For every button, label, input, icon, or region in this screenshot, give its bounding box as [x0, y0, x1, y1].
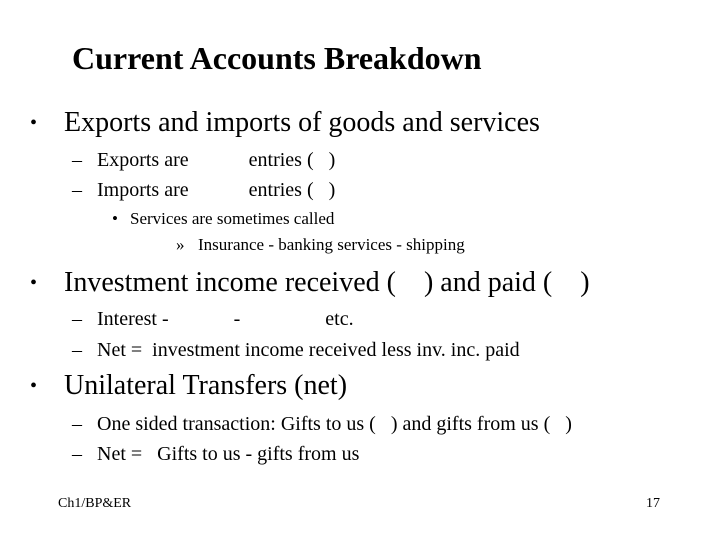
slide-title: Current Accounts Breakdown [72, 40, 482, 76]
list-item-interest: Interest - - etc. [97, 308, 354, 330]
list-item-exports: Exports are entries ( ) [97, 149, 336, 171]
dash-icon: – [72, 339, 82, 361]
list-item-services-examples: Insurance - banking services - shipping [198, 235, 465, 254]
bullet-icon: • [30, 272, 38, 294]
section-heading-investment: Investment income received ( ) and paid … [64, 267, 590, 298]
section-heading-trade: Exports and imports of goods and service… [64, 107, 540, 138]
dash-icon: – [72, 308, 82, 330]
section-heading-transfers: Unilateral Transfers (net) [64, 370, 348, 401]
dash-icon: – [72, 413, 82, 435]
list-item-one-sided: One sided transaction: Gifts to us ( ) a… [97, 413, 572, 435]
dash-icon: – [72, 443, 82, 465]
bullet-icon: • [112, 209, 118, 228]
bullet-icon: • [30, 375, 38, 397]
list-item-services: Services are sometimes called [130, 209, 335, 228]
list-item-net-transfers: Net = Gifts to us - gifts from us [97, 443, 360, 465]
page-number: 17 [646, 496, 660, 511]
slide: Current Accounts Breakdown • Exports and… [0, 0, 720, 540]
chevron-icon: » [176, 235, 185, 254]
dash-icon: – [72, 179, 82, 201]
list-item-net-investment: Net = investment income received less in… [97, 339, 520, 361]
footer-label: Ch1/BP&ER [58, 496, 132, 511]
dash-icon: – [72, 149, 82, 171]
bullet-icon: • [30, 112, 38, 134]
list-item-imports: Imports are entries ( ) [97, 179, 336, 201]
